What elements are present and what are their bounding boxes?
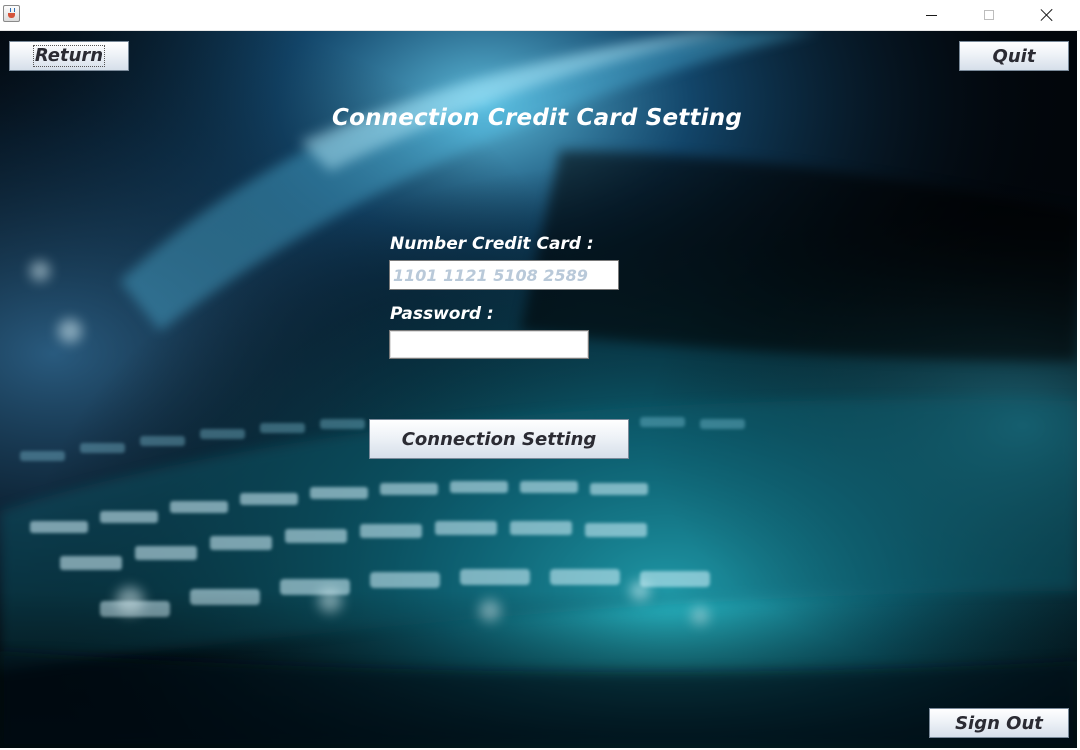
minimize-button[interactable]	[908, 0, 954, 30]
card-number-label: Number Credit Card :	[390, 234, 594, 254]
password-input[interactable]	[389, 330, 589, 359]
page-title-text: Connection Credit Card Setting	[332, 105, 742, 131]
minimize-icon	[925, 14, 937, 16]
return-button-label: Return	[32, 45, 106, 67]
connection-setting-label: Connection Setting	[401, 428, 597, 450]
close-button[interactable]	[1024, 0, 1070, 30]
maximize-icon	[984, 10, 994, 20]
content-panel: Return Quit Connection Credit Card Setti…	[0, 31, 1077, 748]
return-button[interactable]: Return	[9, 41, 129, 71]
password-label: Password :	[390, 304, 494, 324]
connection-setting-button[interactable]: Connection Setting	[369, 419, 629, 459]
title-bar	[0, 0, 1080, 31]
sign-out-label: Sign Out	[955, 712, 1043, 734]
quit-button-label: Quit	[992, 45, 1036, 67]
close-icon	[1040, 8, 1054, 22]
java-cup-icon[interactable]	[3, 5, 20, 22]
sign-out-button[interactable]: Sign Out	[929, 708, 1069, 738]
quit-button[interactable]: Quit	[959, 41, 1069, 71]
card-number-input[interactable]	[389, 260, 619, 290]
application-window: Return Quit Connection Credit Card Setti…	[0, 0, 1080, 750]
laptop-keyboard-background-image	[0, 31, 1077, 748]
page-title: Connection Credit Card Setting	[0, 105, 1050, 131]
maximize-button[interactable]	[966, 0, 1012, 30]
